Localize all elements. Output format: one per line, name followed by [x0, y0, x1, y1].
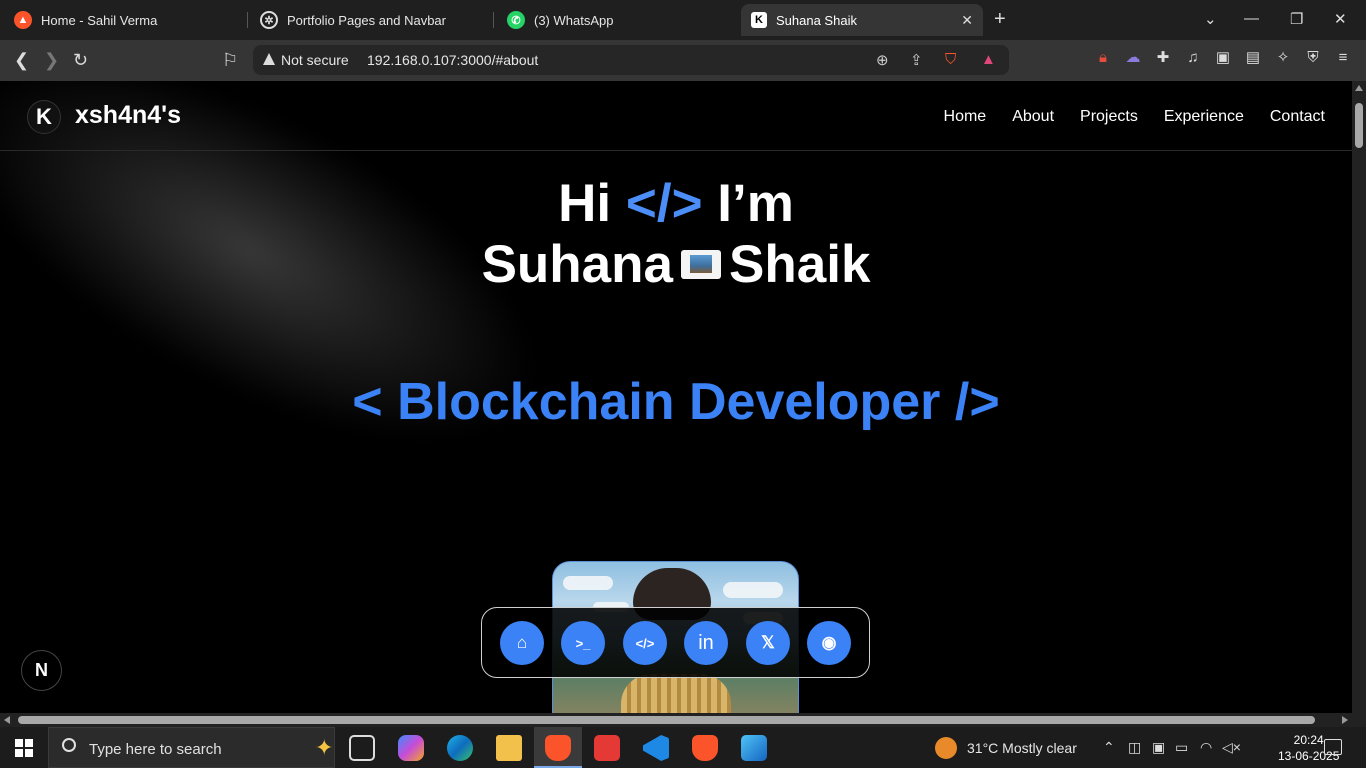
weather-text[interactable]: 31°C Mostly clear	[967, 740, 1077, 756]
edge-icon[interactable]	[447, 735, 473, 761]
sidebar-icon[interactable]: ▣	[1214, 49, 1232, 67]
meet-now-icon[interactable]: ◫	[1128, 739, 1141, 756]
tab-title: Suhana Shaik	[776, 12, 857, 28]
vpn-shield-icon[interactable]: ⛨	[1304, 49, 1322, 67]
nav-home[interactable]: Home	[944, 108, 987, 126]
code-tag: </>	[625, 174, 703, 233]
anydesk-icon[interactable]	[594, 735, 620, 761]
media-music-icon[interactable]: ♫	[1184, 49, 1202, 67]
tray-chevron-icon[interactable]: ⌃	[1103, 739, 1115, 756]
share-icon[interactable]: ⇪	[910, 51, 923, 69]
leo-ai-icon[interactable]: ✧	[1274, 49, 1292, 67]
hero-greeting: Hi </> I’m	[0, 173, 1352, 234]
hero-name: Suhana Shaik	[0, 234, 1352, 295]
horizontal-scrollbar[interactable]	[0, 713, 1352, 727]
last-name: Shaik	[729, 235, 871, 294]
greeting-hi: Hi	[558, 174, 612, 233]
restore-button[interactable]: ❐	[1290, 10, 1303, 28]
close-window-button[interactable]: ✕	[1334, 10, 1347, 28]
nav-experience[interactable]: Experience	[1164, 108, 1244, 126]
search-placeholder[interactable]: Type here to search	[89, 741, 222, 758]
site-navbar: K xsh4n4's Home About Projects Experienc…	[0, 81, 1352, 151]
address-bar[interactable]: Not secure 192.168.0.107:3000/#about ⊕ ⇪…	[253, 45, 1009, 75]
url-text[interactable]: 192.168.0.107:3000/#about	[367, 52, 538, 68]
taskbar-search[interactable]: Type here to search ✦	[48, 727, 335, 768]
vertical-scrollbar[interactable]	[1352, 81, 1366, 713]
tab-separator	[493, 12, 494, 28]
forward-button[interactable]: ❯	[44, 50, 59, 70]
k-logo-icon: K	[751, 12, 767, 28]
role-title: < Blockchain Developer />	[352, 373, 1000, 431]
brave-icon[interactable]	[545, 735, 571, 761]
brand-name[interactable]: xsh4n4's	[75, 101, 181, 130]
photos-icon[interactable]	[741, 735, 767, 761]
whatsapp-icon: ✆	[507, 11, 525, 29]
extension-ghost-icon[interactable]: ☁	[1124, 49, 1142, 67]
minimize-button[interactable]: —	[1244, 10, 1259, 27]
first-name: Suhana	[481, 235, 674, 294]
volume-muted-icon[interactable]: ◁×	[1222, 739, 1241, 756]
weather-icon[interactable]	[935, 737, 957, 759]
menu-icon[interactable]: ≡	[1334, 49, 1352, 67]
tab-separator	[247, 12, 248, 28]
screen-capture-icon[interactable]: ▣	[1152, 739, 1165, 756]
tab-title: Portfolio Pages and Navbar	[287, 12, 446, 28]
site-logo[interactable]: K	[27, 100, 61, 134]
tab-suhana-shaik[interactable]: K Suhana Shaik ✕	[741, 4, 983, 36]
task-view-icon[interactable]	[349, 735, 375, 761]
avatar-thumbnail-icon	[681, 249, 722, 279]
linkedin-icon[interactable]: in	[684, 621, 728, 665]
nav-links: Home About Projects Experience Contact	[944, 108, 1325, 126]
greeting-im: I’m	[717, 174, 794, 233]
new-tab-button[interactable]: +	[994, 9, 1006, 29]
tab-sahil-verma[interactable]: ▲ Home - Sahil Verma	[4, 4, 244, 36]
battery-icon[interactable]: ▭	[1175, 739, 1188, 756]
tab-portfolio-pages[interactable]: ✲ Portfolio Pages and Navbar	[250, 4, 490, 36]
back-button[interactable]: ❮	[14, 50, 29, 70]
copilot-spark-icon: ✦	[315, 735, 334, 760]
search-icon	[62, 738, 76, 752]
brave-rewards-icon[interactable]: ▲	[981, 51, 996, 68]
tab-search-chevron-icon[interactable]: ⌄	[1204, 10, 1217, 28]
tab-strip: ▲ Home - Sahil Verma ✲ Portfolio Pages a…	[0, 0, 1366, 40]
windows-taskbar: Type here to search ✦ 31°C Mostly clear …	[0, 727, 1366, 768]
vscode-icon[interactable]	[643, 735, 669, 761]
copilot-icon[interactable]	[398, 735, 424, 761]
terminal-icon[interactable]: >_	[561, 621, 605, 665]
code-icon[interactable]: </>	[623, 621, 667, 665]
scrollbar-corner	[1352, 713, 1366, 727]
tab-whatsapp[interactable]: ✆ (3) WhatsApp	[497, 4, 737, 36]
brave-icon-2[interactable]	[692, 735, 718, 761]
openai-icon: ✲	[260, 11, 278, 29]
security-label[interactable]: Not secure	[281, 52, 349, 68]
brave-lion-icon: ▲	[14, 11, 32, 29]
tab-title: (3) WhatsApp	[534, 12, 614, 28]
warning-icon	[263, 53, 275, 65]
nextjs-indicator[interactable]: N	[21, 650, 62, 691]
bookmark-icon[interactable]: ⚐	[222, 50, 238, 70]
nav-about[interactable]: About	[1012, 108, 1054, 126]
windows-start-icon[interactable]	[15, 739, 33, 757]
tab-title: Home - Sahil Verma	[41, 12, 158, 28]
close-tab-icon[interactable]: ✕	[961, 12, 973, 29]
home-icon[interactable]: ⌂	[500, 621, 544, 665]
webpage: K xsh4n4's Home About Projects Experienc…	[0, 81, 1352, 713]
nav-contact[interactable]: Contact	[1270, 108, 1325, 126]
brave-shields-icon[interactable]: ⛉	[945, 51, 956, 68]
file-explorer-icon[interactable]	[496, 735, 522, 761]
notification-center-icon[interactable]	[1324, 739, 1342, 755]
extensions-puzzle-icon[interactable]: ✚	[1154, 49, 1172, 67]
social-dock: ⌂ >_ </> in 𝕏 ◉	[481, 607, 870, 678]
x-twitter-icon[interactable]: 𝕏	[746, 621, 790, 665]
reload-button[interactable]: ↻	[73, 50, 88, 70]
wallet-icon[interactable]: ▤	[1244, 49, 1262, 67]
wifi-icon[interactable]: ◠	[1200, 739, 1212, 756]
extension-lock-icon[interactable]: 🔒︎	[1094, 49, 1112, 67]
github-icon[interactable]: ◉	[807, 621, 851, 665]
zoom-icon[interactable]: ⊕	[876, 51, 889, 69]
nav-projects[interactable]: Projects	[1080, 108, 1138, 126]
browser-toolbar: ❮ ❯ ↻ ⚐ Not secure 192.168.0.107:3000/#a…	[0, 40, 1366, 81]
